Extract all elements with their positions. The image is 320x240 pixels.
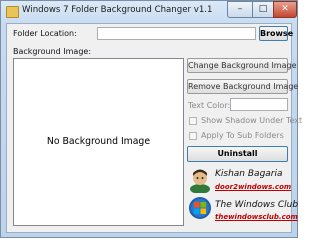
folder-location-label: Folder Location: bbox=[13, 29, 77, 38]
show-shadow-label: Show Shadow Under Text bbox=[201, 116, 303, 125]
folder-location-input[interactable] bbox=[97, 27, 256, 40]
uninstall-button[interactable]: Uninstall bbox=[187, 146, 288, 162]
remove-background-button[interactable]: Remove Background Image bbox=[187, 79, 298, 94]
person-avatar-icon bbox=[190, 169, 210, 193]
maximize-button[interactable]: □ bbox=[252, 1, 274, 18]
change-background-button[interactable]: Change Background Image bbox=[187, 58, 297, 73]
folder-app-icon bbox=[6, 6, 19, 18]
credit-link-door2windows[interactable]: door2windows.com bbox=[215, 183, 291, 191]
text-color-label: Text Color: bbox=[188, 101, 231, 110]
minimize-button[interactable]: – bbox=[227, 1, 253, 18]
app-window: Windows 7 Folder Background Changer v1.1… bbox=[0, 0, 302, 238]
show-shadow-checkbox[interactable] bbox=[189, 117, 197, 125]
credit-name-windows-club: The Windows Club bbox=[215, 200, 299, 210]
client-area: Folder Location: Browse Background Image… bbox=[6, 23, 302, 233]
apply-sub-folders-label: Apply To Sub Folders bbox=[201, 131, 284, 140]
apply-sub-folders-checkbox[interactable] bbox=[189, 132, 197, 140]
credit-name-kishan: Kishan Bagaria bbox=[215, 169, 283, 179]
text-color-input[interactable] bbox=[230, 98, 288, 111]
browse-button[interactable]: Browse bbox=[259, 26, 293, 41]
background-image-preview: No Background Image bbox=[13, 58, 184, 226]
window-title: Windows 7 Folder Background Changer v1.1 bbox=[22, 5, 213, 15]
no-image-text: No Background Image bbox=[46, 136, 151, 147]
title-bar: Windows 7 Folder Background Changer v1.1… bbox=[1, 1, 297, 23]
background-image-label: Background Image: bbox=[13, 47, 92, 56]
close-button[interactable]: ✕ bbox=[273, 1, 297, 18]
windows-logo-icon bbox=[189, 197, 211, 219]
credit-link-thewindowsclub[interactable]: thewindowsclub.com bbox=[215, 213, 298, 221]
